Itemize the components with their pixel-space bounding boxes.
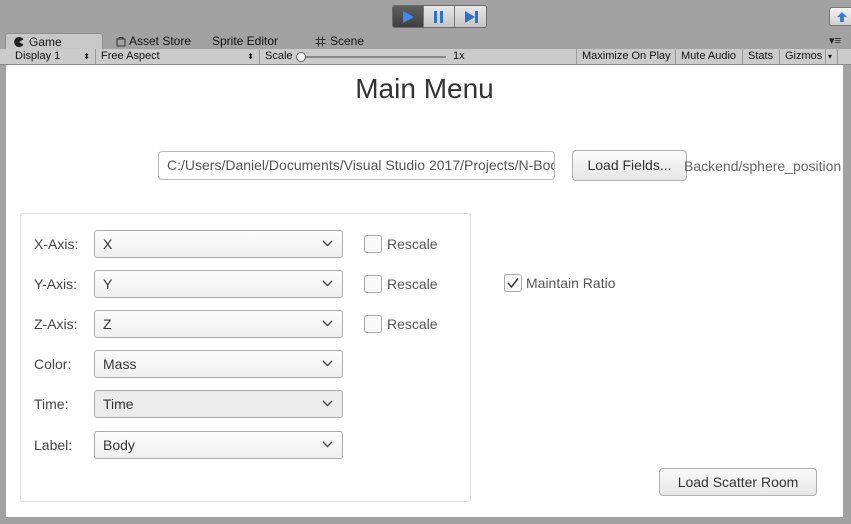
tab-game[interactable]: Game — [5, 33, 103, 49]
x-axis-dropdown[interactable]: X — [94, 230, 343, 258]
y-axis-label: Y-Axis: — [34, 276, 78, 292]
playmode-controls — [392, 5, 487, 28]
maximize-label: Maximize On Play — [582, 50, 671, 62]
tab-label: Game — [29, 34, 62, 49]
z-axis-label: Z-Axis: — [34, 316, 78, 332]
updown-arrow-icon: ⬍ — [83, 52, 90, 61]
color-dropdown[interactable]: Mass — [94, 350, 343, 378]
editor-tab-bar: Game Asset Store Sprite Editor Scene ▾≡ — [0, 32, 851, 49]
gizmos-dropdown-icon[interactable]: ▾ — [826, 49, 838, 64]
x-rescale-checkbox[interactable] — [364, 235, 382, 253]
file-path-overflow-text: Backend/sphere_position — [684, 158, 842, 174]
tab-scene[interactable]: Scene — [315, 33, 364, 49]
y-axis-value: Y — [103, 276, 113, 292]
maintain-ratio-label: Maintain Ratio — [526, 275, 616, 291]
display-label: Display 1 — [15, 50, 61, 62]
maintain-ratio-checkbox[interactable] — [504, 274, 522, 292]
pause-icon — [434, 10, 443, 23]
scale-slider-track[interactable] — [300, 56, 446, 58]
x-rescale-label: Rescale — [387, 236, 438, 252]
tab-asset-store[interactable]: Asset Store — [116, 33, 191, 49]
x-axis-label: X-Axis: — [34, 236, 79, 252]
play-button[interactable] — [393, 6, 424, 27]
gizmos-toggle[interactable]: Gizmos — [780, 49, 826, 64]
display-dropdown[interactable]: Display 1 ⬍ — [10, 49, 96, 64]
chevron-down-icon — [322, 240, 333, 247]
time-dropdown[interactable]: Time — [94, 390, 343, 418]
time-value: Time — [103, 396, 134, 412]
tab-menu-icon[interactable]: ▾≡ — [829, 34, 841, 47]
z-rescale-checkbox[interactable] — [364, 315, 382, 333]
gizmos-label: Gizmos — [785, 50, 823, 62]
z-axis-value: Z — [103, 316, 112, 332]
collab-button[interactable] — [829, 7, 851, 26]
load-fields-button[interactable]: Load Fields... — [572, 150, 687, 181]
game-viewport: Main Menu C:/Users/Daniel/Documents/Visu… — [6, 65, 843, 517]
load-scatter-room-button[interactable]: Load Scatter Room — [659, 468, 817, 496]
y-axis-dropdown[interactable]: Y — [94, 270, 343, 298]
maximize-on-play-toggle[interactable]: Maximize On Play — [576, 49, 676, 64]
chevron-down-icon — [322, 280, 333, 287]
y-rescale-label: Rescale — [387, 276, 438, 292]
field-mapping-panel: X-Axis: X Rescale Y-Axis: Y Rescale Z-Ax… — [20, 213, 471, 502]
chevron-down-icon — [322, 441, 333, 448]
chevron-down-icon — [322, 360, 333, 367]
z-rescale-label: Rescale — [387, 316, 438, 332]
stats-label: Stats — [748, 50, 774, 62]
tab-sprite-editor[interactable]: Sprite Editor — [212, 33, 278, 49]
page-title: Main Menu — [355, 73, 494, 104]
x-axis-value: X — [103, 236, 113, 252]
stats-toggle[interactable]: Stats — [743, 49, 780, 64]
label-field-label: Label: — [34, 437, 73, 453]
color-label: Color: — [34, 356, 72, 372]
cloud-upload-icon — [837, 11, 847, 22]
step-button[interactable] — [455, 6, 486, 27]
play-icon — [403, 10, 414, 23]
checkmark-icon — [507, 278, 519, 289]
game-view-toolbar: Display 1 ⬍ Free Aspect ⬍ Scale 1x Maxim… — [0, 49, 851, 65]
scale-value: 1x — [453, 50, 465, 62]
updown-arrow-icon: ⬍ — [247, 52, 254, 61]
y-rescale-checkbox[interactable] — [364, 275, 382, 293]
grid-icon — [315, 36, 326, 46]
label-value: Body — [103, 437, 135, 453]
color-value: Mass — [103, 356, 137, 372]
store-icon — [116, 36, 126, 46]
scale-slider-handle[interactable] — [296, 52, 306, 62]
mute-label: Mute Audio — [681, 50, 737, 62]
mute-audio-toggle[interactable]: Mute Audio — [676, 49, 743, 64]
pacman-icon — [14, 36, 24, 47]
aspect-label: Free Aspect — [101, 50, 160, 62]
step-icon — [464, 10, 478, 23]
pause-button[interactable] — [424, 6, 455, 27]
time-label: Time: — [34, 396, 69, 412]
file-path-input[interactable]: C:/Users/Daniel/Documents/Visual Studio … — [158, 151, 555, 180]
scale-label: Scale — [265, 50, 293, 62]
tab-label: Scene — [330, 34, 365, 48]
editor-toolbar — [0, 0, 851, 32]
tab-label: Asset Store — [129, 34, 192, 48]
chevron-down-icon — [322, 320, 333, 327]
label-dropdown[interactable]: Body — [94, 431, 343, 459]
scale-control: Scale 1x — [260, 49, 576, 64]
chevron-down-icon — [322, 400, 333, 407]
aspect-dropdown[interactable]: Free Aspect ⬍ — [96, 49, 260, 64]
tab-label: Sprite Editor — [212, 34, 279, 48]
z-axis-dropdown[interactable]: Z — [94, 310, 343, 338]
